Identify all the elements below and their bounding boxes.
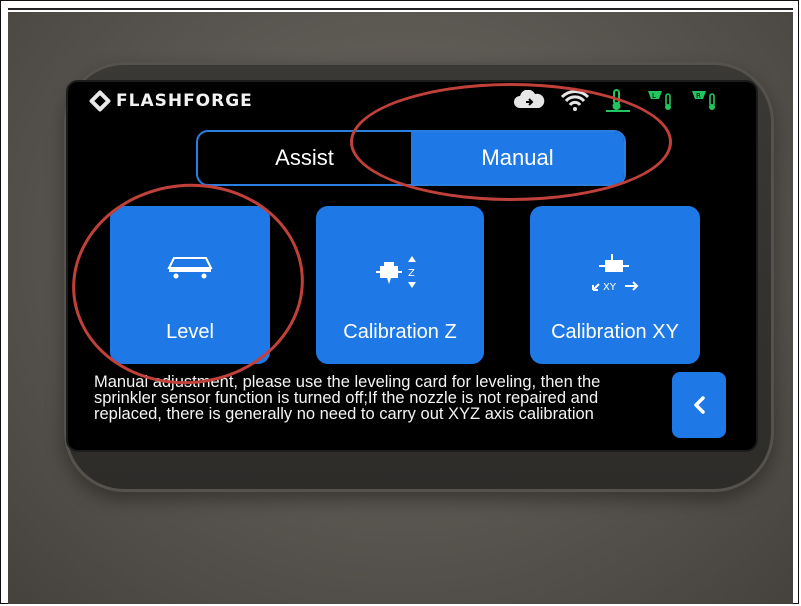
left-nozzle-temp-icon: L bbox=[648, 91, 671, 110]
cloud-icon bbox=[514, 90, 545, 108]
tab-manual-label: Manual bbox=[481, 145, 554, 170]
manual-instructions: Manual adjustment, please use the leveli… bbox=[94, 373, 601, 423]
calibration-xy-button[interactable]: XY Calibration XY bbox=[530, 206, 700, 364]
right-nozzle-temp-icon: R bbox=[692, 91, 715, 110]
top-rule bbox=[8, 8, 793, 10]
touchscreen: FLASHFORGE L R Assist Manual Level Z Cal… bbox=[68, 82, 756, 450]
svg-text:R: R bbox=[696, 92, 701, 100]
back-button[interactable] bbox=[672, 372, 726, 438]
level-button[interactable]: Level bbox=[110, 206, 270, 364]
calibration-xy-icon: XY bbox=[592, 254, 639, 293]
mode-segmented-control: Assist Manual bbox=[196, 130, 626, 186]
svg-text:Z: Z bbox=[408, 268, 415, 279]
brand-name: FLASHFORGE bbox=[116, 91, 253, 111]
calibration-z-label: Calibration Z bbox=[343, 321, 457, 343]
level-bed-icon bbox=[167, 257, 213, 279]
tab-assist[interactable]: Assist bbox=[198, 132, 411, 184]
wifi-icon bbox=[560, 90, 590, 111]
level-label: Level bbox=[166, 321, 214, 343]
calibration-xy-label: Calibration XY bbox=[551, 321, 679, 343]
tab-manual[interactable]: Manual bbox=[411, 132, 624, 184]
flashforge-logo-icon bbox=[88, 89, 112, 113]
tab-assist-label: Assist bbox=[275, 145, 334, 170]
chamber-temp-icon bbox=[606, 89, 630, 112]
calibration-z-button[interactable]: Z Calibration Z bbox=[316, 206, 484, 364]
svg-text:XY: XY bbox=[603, 282, 617, 293]
calibration-z-icon: Z bbox=[376, 256, 416, 288]
brand-logo: FLASHFORGE bbox=[88, 89, 253, 113]
chevron-left-icon bbox=[694, 396, 705, 414]
status-bar: L R bbox=[512, 88, 720, 112]
svg-text:L: L bbox=[652, 92, 656, 100]
